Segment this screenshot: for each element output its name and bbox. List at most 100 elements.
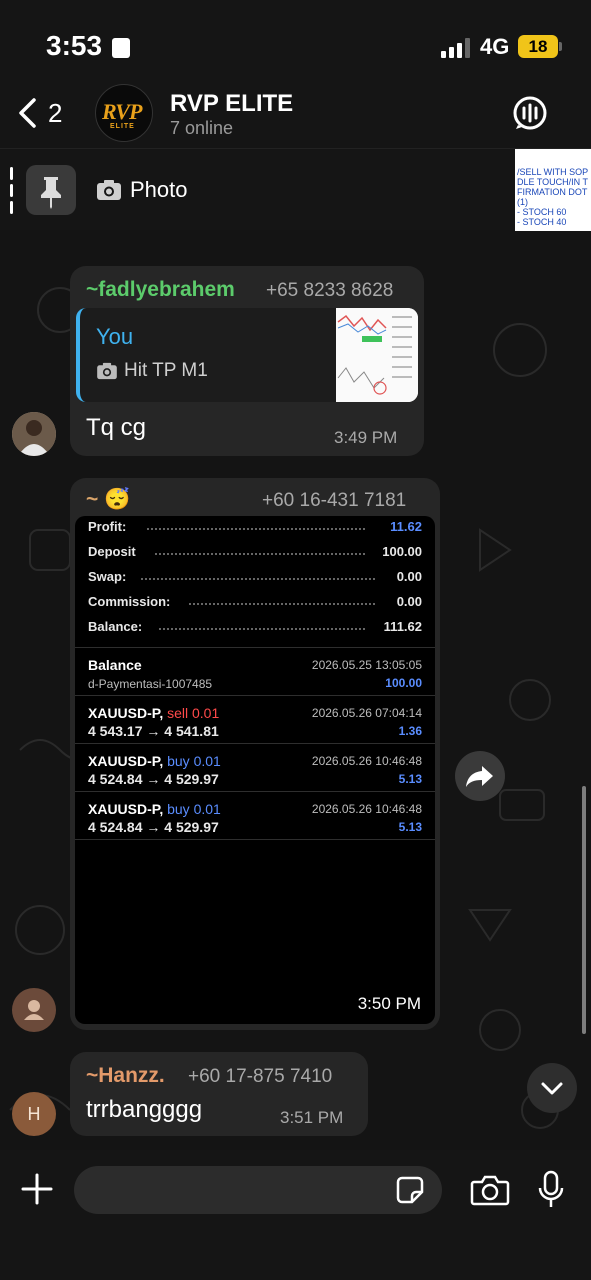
deal-pl: 5.13 [398,820,422,834]
reply-text-wrap: Hit TP M1 [96,360,208,382]
unread-count[interactable]: 2 [48,98,62,129]
deal-side: buy [167,801,190,817]
deal-row: XAUUSD-P, buy 0.01 4 524.84 → 4 529.97 2… [75,793,435,841]
deal-date: 2026.05.26 07:04:14 [311,706,422,720]
deal-prices: 4 543.17 → 4 541.81 [88,723,219,739]
sticker-icon[interactable] [396,1176,424,1204]
symbol-text: XAUUSD-P, [88,753,164,769]
plus-icon[interactable] [20,1172,54,1206]
message-bubble[interactable]: ~fadlyebrahem +65 8233 8628 You Hit TP M… [70,266,424,456]
camera-icon [97,362,117,380]
sender-phone: +60 17-875 7410 [188,1066,333,1087]
summary-value: 11.62 [390,519,422,534]
summary-value: 100.00 [382,544,422,559]
pinned-message-bar[interactable]: Photo /SELL WITH SOP DLE TOUCH/IN T FIRM… [0,148,591,231]
deal-symbol: XAUUSD-P, sell 0.01 [88,705,219,721]
group-avatar[interactable]: RVP ELITE [95,84,153,142]
forward-button[interactable] [455,751,505,801]
composer-bar [0,1150,591,1280]
chevron-down-icon [541,1082,563,1095]
sender-name[interactable]: ~fadlyebrahem [86,278,235,302]
deal-date: 2026.05.26 10:46:48 [311,754,422,768]
divider [75,743,435,744]
sender-phone: +60 16-431 7181 [262,490,407,511]
trade-report-image[interactable]: Profit: 11.62 Deposit 100.00 Swap: 0.00 … [75,516,435,1024]
thumb-line: (1) [517,197,528,207]
pinned-text: Photo [130,177,188,202]
symbol-text: XAUUSD-P, [88,705,164,721]
mic-icon[interactable] [537,1170,565,1210]
sender-name[interactable]: ~ 😴 [86,488,130,512]
thumb-line: - STOCH 60 [517,207,567,217]
thumb-line: /SELL WITH SOP [517,167,589,177]
avatar[interactable] [12,988,56,1032]
message-text: trrbangggg [86,1096,203,1123]
message-bubble[interactable]: ~ 😴 +60 16-431 7181 Profit: 11.62 Deposi… [70,478,440,1030]
id-card-icon [112,38,130,58]
deal-prices: 4 524.84 → 4 529.97 [88,819,219,835]
avatar-logo: RVP [102,99,142,124]
network-type: 4G [480,34,510,59]
message-bubble[interactable]: ~Hanzz. +60 17-875 7410 trrbangggg 3:51 … [70,1052,368,1136]
deal-side: sell [167,705,189,721]
camera-icon[interactable] [470,1174,510,1206]
avatar-letter: H [27,1104,41,1124]
sender-phone: +65 8233 8628 [266,280,394,301]
deal-symbol: XAUUSD-P, buy 0.01 [88,801,221,817]
avatar[interactable] [12,412,56,456]
deal-row: XAUUSD-P, sell 0.01 4 543.17 → 4 541.81 … [75,697,435,745]
deal-date: 2026.05.26 10:46:48 [311,802,422,816]
battery-icon: 18 [518,35,558,58]
avatar[interactable]: H [12,1092,56,1136]
summary-label: Deposit [88,544,136,559]
deal-prices: 4 524.84 → 4 529.97 [88,771,219,787]
group-status: 7 online [170,118,234,138]
message-time: 3:51 PM [280,1108,344,1127]
deal-side: buy [167,753,190,769]
camera-icon [97,180,121,200]
reply-text: Hit TP M1 [124,360,208,381]
summary-value: 0.00 [396,594,422,609]
summary-value: 111.62 [383,619,422,634]
divider [75,695,435,696]
pin-indicator [10,167,13,215]
chat-header: 2 RVP ELITE RVP ELITE 7 online [0,80,591,148]
summary-label: Commission: [88,594,171,609]
status-bar: 3:53 4G 18 [0,0,591,80]
entry-title: Balance [88,657,142,673]
call-icon[interactable] [512,95,548,131]
deal-pl: 1.36 [398,724,422,738]
status-time: 3:53 [46,30,103,61]
back-chevron-icon[interactable] [14,96,44,130]
leader-dots [147,528,365,530]
leader-dots [159,628,365,630]
pinned-thumbnail[interactable]: /SELL WITH SOP DLE TOUCH/IN T FIRMATION … [515,149,591,231]
summary-label: Balance: [88,619,143,634]
entry-date: 2026.05.25 13:05:05 [311,658,422,672]
group-name[interactable]: RVP ELITE [170,90,293,118]
deal-symbol: XAUUSD-P, buy 0.01 [88,753,221,769]
forward-icon [466,766,493,787]
reply-author: You [96,324,134,349]
leader-dots [141,578,375,580]
thumb-line: FIRMATION DOT [517,187,588,197]
thumb-line: - STOCH 40 [517,217,567,227]
reply-quote[interactable]: You Hit TP M1 [76,308,418,402]
summary-value: 0.00 [396,569,422,584]
sender-name[interactable]: ~Hanzz. [86,1064,165,1088]
entry-amount: 100.00 [385,676,422,690]
deal-lot: 0.01 [192,705,220,721]
message-time: 3:50 PM [357,994,421,1013]
scrollbar[interactable] [582,786,586,1034]
avatar-sub: ELITE [110,123,135,130]
message-input[interactable] [74,1166,442,1214]
summary-label: Profit: [88,519,127,534]
deal-row: XAUUSD-P, buy 0.01 4 524.84 → 4 529.97 2… [75,745,435,793]
signal-icon [441,38,470,58]
divider [75,647,435,648]
pin-icon [26,165,76,215]
scroll-down-button[interactable] [527,1063,577,1113]
message-time: 3:49 PM [334,428,398,447]
divider [75,839,435,840]
message-text: Tq cg [86,414,147,441]
